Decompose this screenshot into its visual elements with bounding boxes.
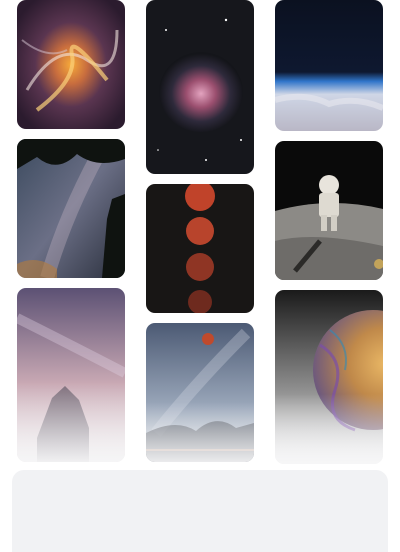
- wallpaper-tile-orion-nebula[interactable]: [146, 0, 254, 174]
- wallpaper-tile-soap-bubble-planet[interactable]: [275, 290, 383, 464]
- wallpaper-tile-lunar-eclipse-phases[interactable]: [146, 184, 254, 313]
- wallpaper-tile-astronaut-on-moon[interactable]: [275, 141, 383, 280]
- wallpaper-tile-nebula-swirl[interactable]: [17, 0, 125, 129]
- wallpaper-tile-milky-way-trees[interactable]: [17, 139, 125, 278]
- wallpaper-tile-milky-way-over-house[interactable]: [17, 288, 125, 462]
- wallpaper-tile-blood-moon-milky-way[interactable]: [146, 323, 254, 462]
- wallpaper-tile-earth-horizon[interactable]: [275, 0, 383, 131]
- bottom-sheet-panel: [12, 470, 388, 552]
